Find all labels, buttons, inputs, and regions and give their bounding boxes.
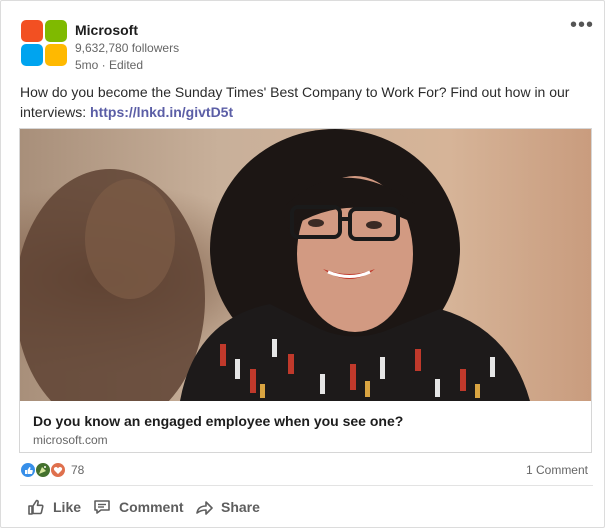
post-actions: Like Comment Share [1,491,606,525]
article-caption[interactable]: Do you know an engaged employee when you… [20,401,591,452]
like-label: Like [53,499,82,515]
post-timestamp: 5mo · Edited [75,58,144,72]
thumbs-up-icon [28,499,44,515]
woman-photo-image [20,129,591,401]
article-image[interactable] [20,129,591,401]
celebrate-icon [35,462,51,478]
comment-button[interactable]: Comment [93,491,184,523]
reaction-icons[interactable] [20,462,68,478]
share-arrow-icon [196,501,213,515]
social-counts-bar: 78 1 Comment [1,459,606,481]
love-icon [50,462,66,478]
company-name[interactable]: Microsoft [75,22,138,38]
reaction-count[interactable]: 78 [71,463,84,477]
microsoft-logo[interactable] [21,20,67,66]
article-preview[interactable]: Do you know an engaged employee when you… [19,128,592,453]
comment-label: Comment [119,499,184,515]
like-button[interactable]: Like [27,491,81,523]
article-source: microsoft.com [33,433,108,447]
post-card: Microsoft 9,632,780 followers 5mo · Edit… [0,0,605,528]
post-header: Microsoft 9,632,780 followers 5mo · Edit… [1,1,606,81]
comment-icon [94,500,110,514]
post-text: How do you become the Sunday Times' Best… [20,82,585,122]
action-divider [20,485,593,486]
comment-count-link[interactable]: 1 Comment [526,463,588,477]
article-title[interactable]: Do you know an engaged employee when you… [33,413,403,429]
post-link[interactable]: https://lnkd.in/givtD5t [90,104,233,120]
like-icon [20,462,36,478]
follower-count: 9,632,780 followers [75,41,180,55]
more-options-button[interactable]: ••• [570,15,594,35]
share-button[interactable]: Share [195,491,260,523]
share-label: Share [221,499,260,515]
